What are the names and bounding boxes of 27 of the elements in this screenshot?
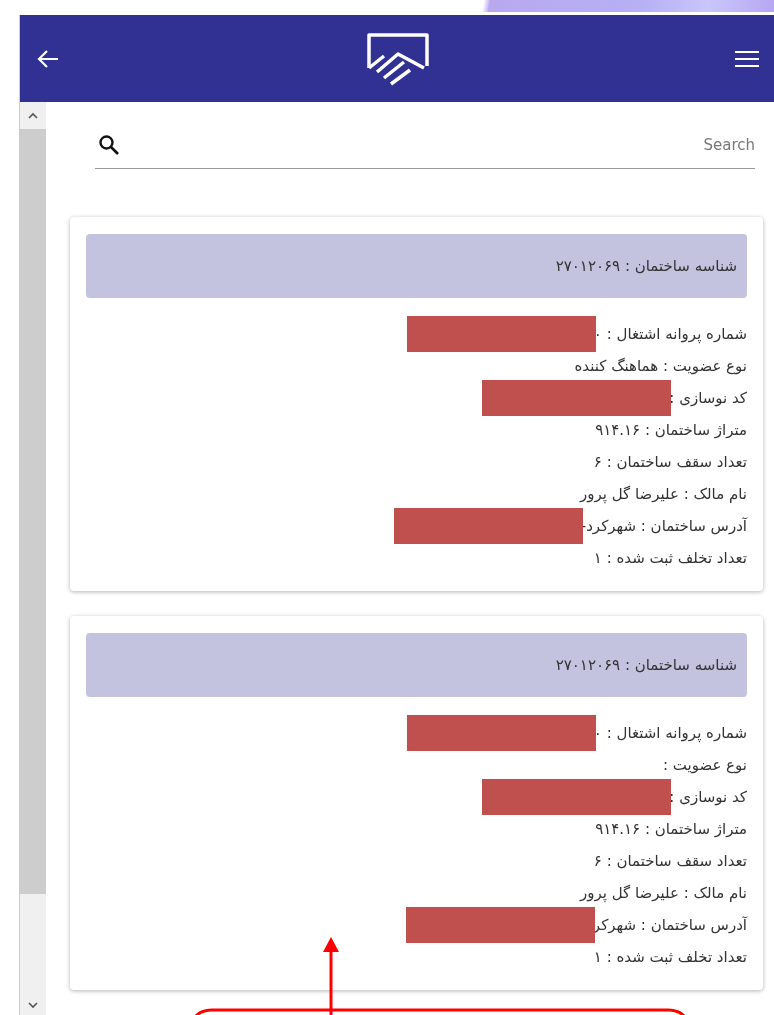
search-icon[interactable] xyxy=(97,133,121,157)
scroll-up-icon[interactable] xyxy=(28,112,38,119)
info-line: نوع عضویت : xyxy=(662,755,747,776)
info-line: متراژ ساختمان : ۹۱۴.۱۶ xyxy=(595,420,747,441)
info-line: نام مالک : علیرضا گل پرور xyxy=(580,883,747,904)
info-line: آدرس ساختمان : شهرکر xyxy=(592,915,747,936)
menu-icon[interactable] xyxy=(734,49,760,68)
info-line: نوع عضویت : هماهنگ کننده xyxy=(574,356,747,377)
info-line: نام مالک : علیرضا گل پرور xyxy=(580,484,747,505)
scrollbar-thumb[interactable] xyxy=(20,129,46,894)
info-line: کد نوسازی : xyxy=(669,787,747,808)
info-line: تعداد سقف ساختمان : ۶ xyxy=(593,452,747,473)
back-arrow-icon[interactable] xyxy=(36,47,60,70)
card-title: شناسه ساختمان : ۲۷۰۱۲۰۶۹ xyxy=(86,633,747,697)
info-line: شماره پروانه اشتغال : ۰ xyxy=(593,324,747,346)
scroll-down-icon[interactable] xyxy=(28,1002,38,1009)
info-line: تعداد تخلف ثبت شده : ۱ xyxy=(593,548,747,569)
scrollbar[interactable] xyxy=(20,102,46,1015)
info-line: کد نوسازی : xyxy=(669,388,747,409)
card-title: شناسه ساختمان : ۲۷۰۱۲۰۶۹ xyxy=(86,234,747,298)
logo-icon xyxy=(364,31,430,86)
info-line: تعداد تخلف ثبت شده : ۱ xyxy=(593,947,747,968)
info-line: آدرس ساختمان : شهرکرد- xyxy=(580,516,747,537)
info-line: تعداد سقف ساختمان : ۶ xyxy=(593,851,747,872)
info-line: شماره پروانه اشتغال : ۰ xyxy=(593,723,747,745)
info-line: متراژ ساختمان : ۹۱۴.۱۶ xyxy=(595,819,747,840)
search-field[interactable]: Search xyxy=(121,130,755,160)
